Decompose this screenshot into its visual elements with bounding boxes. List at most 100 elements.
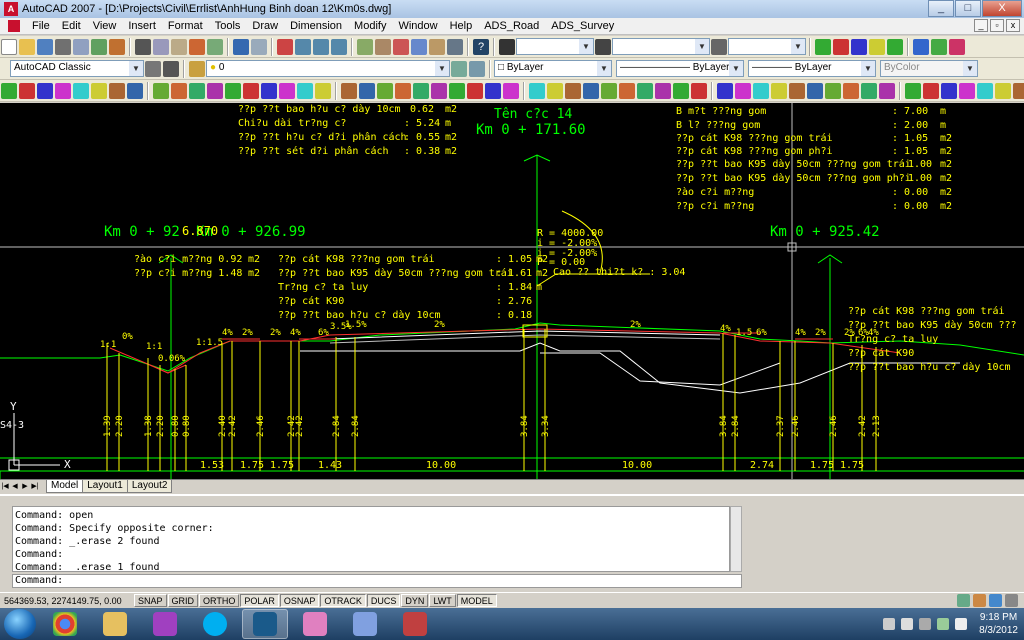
ads-road-tool-icon[interactable] xyxy=(547,82,563,99)
help-icon[interactable]: ? xyxy=(473,38,489,55)
table-style-select[interactable]: ▼ xyxy=(728,38,806,55)
ads-road-tool-icon[interactable] xyxy=(771,82,787,99)
tab-model[interactable]: Model xyxy=(46,480,84,493)
ads-road-tool-icon[interactable] xyxy=(395,82,411,99)
color-select[interactable]: □ ByLayer ▼ xyxy=(494,60,612,77)
make-object-layer-current-icon[interactable] xyxy=(469,60,485,77)
status-toggle-grid[interactable]: GRID xyxy=(167,594,199,607)
workspace-select[interactable]: AutoCAD Classic ▼ xyxy=(10,60,144,77)
ads-tool-2-icon[interactable] xyxy=(833,38,849,55)
status-toggle-dyn[interactable]: DYN xyxy=(401,594,429,607)
ads-road-tool-icon[interactable] xyxy=(691,82,707,99)
plotstyle-select[interactable]: ByColor ▼ xyxy=(880,60,978,77)
ads-road-tool-icon[interactable] xyxy=(905,82,921,99)
ads-road-tool-icon[interactable] xyxy=(171,82,187,99)
ads-road-tool-icon[interactable] xyxy=(879,82,895,99)
quickcalc-icon[interactable] xyxy=(447,38,463,55)
open-icon[interactable] xyxy=(19,38,35,55)
maximize-button[interactable]: □ xyxy=(955,0,981,17)
status-toggle-polar[interactable]: POLAR xyxy=(240,594,279,607)
lineweight-select[interactable]: ———— ByLayer ▼ xyxy=(748,60,876,77)
ads-road-tool-icon[interactable] xyxy=(189,82,205,99)
ads-tool-1-icon[interactable] xyxy=(815,38,831,55)
ads-road-tool-icon[interactable] xyxy=(1,82,17,99)
document-icon[interactable] xyxy=(8,20,20,32)
undo-icon[interactable] xyxy=(233,38,249,55)
ads-road-tool-icon[interactable] xyxy=(431,82,447,99)
tab-first-button[interactable]: |◀ xyxy=(0,481,10,492)
sheet-set-icon[interactable] xyxy=(411,38,427,55)
layer-select[interactable]: ● 0 ▼ xyxy=(206,60,450,77)
command-input[interactable]: Command: xyxy=(12,574,742,588)
save-icon[interactable] xyxy=(37,38,53,55)
ads-road-tool-icon[interactable] xyxy=(673,82,689,99)
doc-restore-button[interactable]: ▫ xyxy=(990,19,1004,32)
close-button[interactable]: X xyxy=(982,0,1022,17)
menu-tools[interactable]: Tools xyxy=(209,20,247,32)
ads-road-tool-icon[interactable] xyxy=(315,82,331,99)
taskbar-app-8[interactable] xyxy=(392,609,438,639)
ads-road-tool-icon[interactable] xyxy=(565,82,581,99)
coordinate-readout[interactable]: 564369.53, 2274149.75, 0.00 xyxy=(0,596,134,606)
minimize-button[interactable]: _ xyxy=(928,0,954,17)
menu-window[interactable]: Window xyxy=(392,20,443,32)
doc-close-button[interactable]: x xyxy=(1006,19,1020,32)
taskbar-skype[interactable] xyxy=(192,609,238,639)
lock-icon[interactable] xyxy=(973,594,986,607)
zoom-realtime-icon[interactable] xyxy=(295,38,311,55)
ads-road-tool-icon[interactable] xyxy=(449,82,465,99)
text-style-icon[interactable] xyxy=(499,38,515,55)
design-center-icon[interactable] xyxy=(375,38,391,55)
ads-road-tool-icon[interactable] xyxy=(413,82,429,99)
3d-dwf-icon[interactable] xyxy=(109,38,125,55)
ads-road-tool-icon[interactable] xyxy=(843,82,859,99)
flag-icon[interactable] xyxy=(901,618,914,630)
layer-manager-icon[interactable] xyxy=(189,60,205,77)
publish-icon[interactable] xyxy=(91,38,107,55)
menu-insert[interactable]: Insert xyxy=(122,20,162,32)
ads-tool-8-icon[interactable] xyxy=(949,38,965,55)
menu-view[interactable]: View xyxy=(87,20,123,32)
zoom-previous-icon[interactable] xyxy=(331,38,347,55)
ads-road-tool-icon[interactable] xyxy=(1013,82,1024,99)
tab-layout2[interactable]: Layout2 xyxy=(126,480,173,493)
ads-road-tool-icon[interactable] xyxy=(717,82,733,99)
plot-preview-icon[interactable] xyxy=(73,38,89,55)
communication-center-icon[interactable] xyxy=(957,594,970,607)
ads-road-tool-icon[interactable] xyxy=(807,82,823,99)
keyboard-icon[interactable] xyxy=(919,618,932,630)
taskbar-chrome[interactable] xyxy=(42,609,88,639)
menu-edit[interactable]: Edit xyxy=(56,20,87,32)
layer-previous-icon[interactable] xyxy=(451,60,467,77)
ads-tool-4-icon[interactable] xyxy=(869,38,885,55)
block-editor-icon[interactable] xyxy=(207,38,223,55)
network-icon[interactable] xyxy=(937,618,950,630)
ads-road-tool-icon[interactable] xyxy=(753,82,769,99)
ads-road-tool-icon[interactable] xyxy=(261,82,277,99)
ads-tool-7-icon[interactable] xyxy=(931,38,947,55)
ads-road-tool-icon[interactable] xyxy=(977,82,993,99)
ads-road-tool-icon[interactable] xyxy=(243,82,259,99)
tab-next-button[interactable]: ▶ xyxy=(20,481,30,492)
ads-road-tool-icon[interactable] xyxy=(503,82,519,99)
ads-road-tool-icon[interactable] xyxy=(225,82,241,99)
menu-format[interactable]: Format xyxy=(162,20,209,32)
doc-minimize-button[interactable]: _ xyxy=(974,19,988,32)
plot-icon[interactable] xyxy=(55,38,71,55)
status-toggle-model[interactable]: MODEL xyxy=(456,594,497,607)
new-icon[interactable] xyxy=(1,38,17,55)
menu-dimension[interactable]: Dimension xyxy=(284,20,348,32)
status-toggle-otrack[interactable]: OTRACK xyxy=(320,594,366,607)
copy-icon[interactable] xyxy=(153,38,169,55)
ads-road-tool-icon[interactable] xyxy=(153,82,169,99)
ads-road-tool-icon[interactable] xyxy=(467,82,483,99)
ads-tool-5-icon[interactable] xyxy=(887,38,903,55)
ads-road-tool-icon[interactable] xyxy=(279,82,295,99)
menu-help[interactable]: Help xyxy=(444,20,479,32)
ads-road-tool-icon[interactable] xyxy=(19,82,35,99)
ads-road-tool-icon[interactable] xyxy=(601,82,617,99)
dim-style-icon[interactable] xyxy=(595,38,611,55)
menu-file[interactable]: File xyxy=(26,20,56,32)
command-scrollbar[interactable] xyxy=(730,506,742,572)
clean-screen-icon[interactable] xyxy=(1005,594,1018,607)
